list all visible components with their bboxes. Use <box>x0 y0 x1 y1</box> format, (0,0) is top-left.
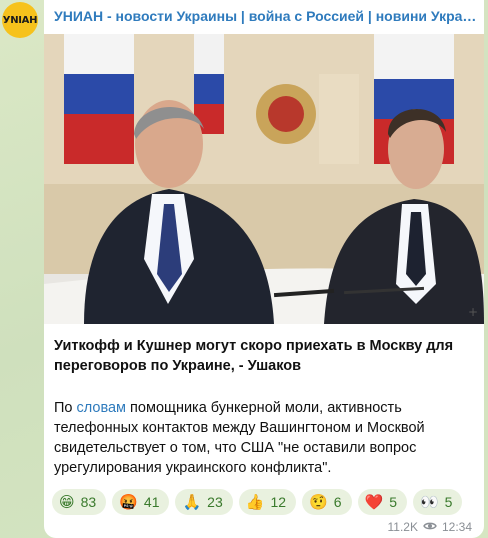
folded-hands-icon: 🙏 <box>182 492 202 511</box>
reaction-count: 5 <box>389 494 397 510</box>
eye-icon <box>423 520 437 534</box>
channel-avatar[interactable]: УNIАН <box>2 2 38 38</box>
reaction-heart[interactable]: ❤️ 5 <box>357 489 407 515</box>
reaction-count: 12 <box>270 494 287 510</box>
reaction-raised-eyebrow[interactable]: 🤨 6 <box>302 489 352 515</box>
eyes-icon: 👀 <box>419 492 439 511</box>
reaction-pray[interactable]: 🙏 23 <box>175 489 233 515</box>
message-meta: 11.2K 12:34 <box>388 520 473 534</box>
post-photo[interactable]: + <box>44 34 484 324</box>
reaction-count: 6 <box>333 494 342 510</box>
reaction-count: 23 <box>207 494 223 510</box>
reaction-count: 41 <box>143 494 160 510</box>
view-count: 11.2K <box>387 520 418 534</box>
reaction-eyes[interactable]: 👀 5 <box>412 489 463 515</box>
body-prefix: По <box>54 400 77 416</box>
reaction-angry[interactable]: 🤬 41 <box>112 489 170 515</box>
avatar-logo-text: УNIАН <box>2 14 38 26</box>
post-body: По словам помощника бункерной моли, акти… <box>54 398 478 478</box>
reactions-bar: 😁 83 🤬 41 🙏 23 👍 12 🤨 6 ❤️ 5 👀 5 <box>52 489 463 515</box>
angry-face-icon: 🤬 <box>119 492 138 511</box>
reaction-thumbs-up[interactable]: 👍 12 <box>238 489 297 515</box>
post-headline: Уиткофф и Кушнер могут скоро приехать в … <box>54 338 454 374</box>
thumbs-up-icon: 👍 <box>245 492 265 511</box>
source-link[interactable]: словам <box>77 400 127 416</box>
svg-text:+: + <box>468 305 478 319</box>
message-bubble: УНИАН - новости Украины | война с Россие… <box>44 0 484 538</box>
reaction-count: 83 <box>80 494 97 510</box>
message-time: 12:34 <box>441 520 472 534</box>
chat-background: УNIАН УНИАН - новости Украины | война с … <box>0 0 488 538</box>
grinning-face-icon: 😁 <box>59 492 75 511</box>
raised-eyebrow-face-icon: 🤨 <box>309 492 328 511</box>
red-heart-icon: ❤️ <box>364 492 384 511</box>
reaction-grinning[interactable]: 😁 83 <box>52 489 107 515</box>
channel-name[interactable]: УНИАН - новости Украины | война с Россие… <box>54 8 478 24</box>
reaction-count: 5 <box>444 494 453 510</box>
